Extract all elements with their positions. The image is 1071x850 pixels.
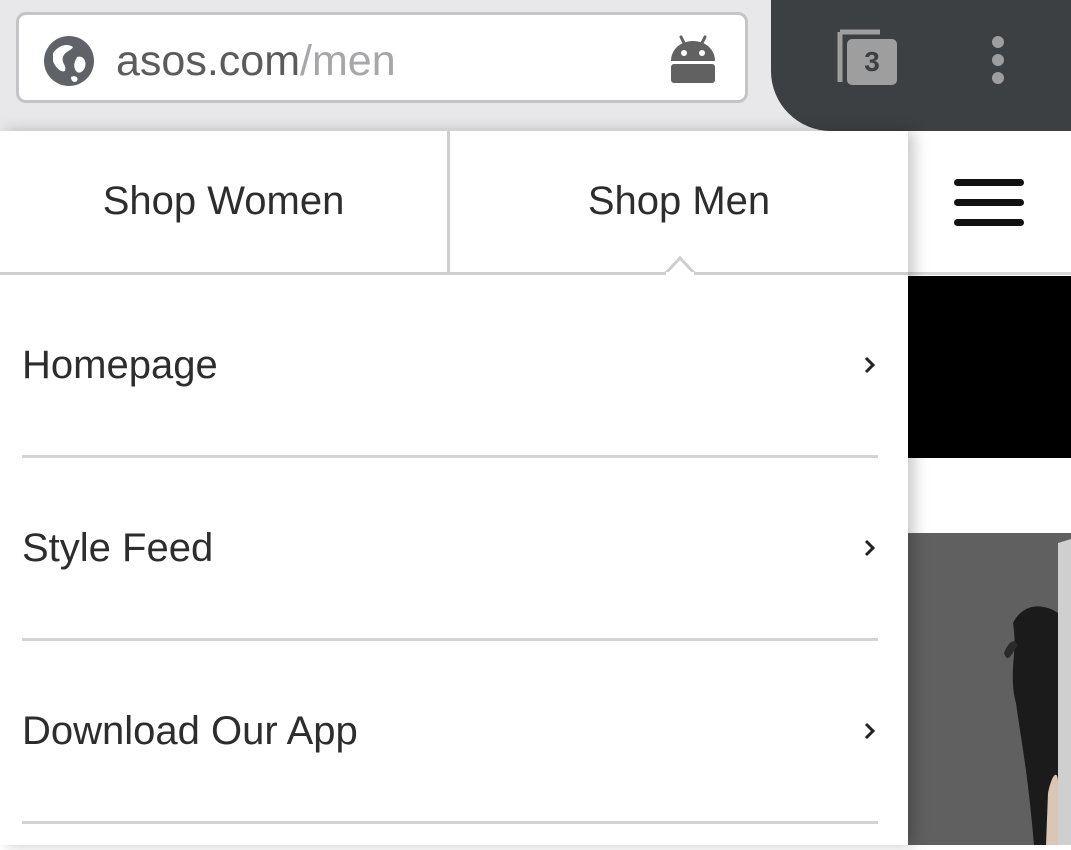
browser-toolbar: asos.com/men 3	[0, 0, 1071, 131]
toolbar-curve	[770, 0, 830, 131]
url-path: /men	[300, 37, 396, 85]
menu-item-label: Style Feed	[22, 525, 214, 570]
navigation-drawer: Shop Women Shop Men Homepage Style Feed …	[0, 131, 908, 845]
menu-item-label: Homepage	[22, 342, 218, 387]
selected-tab-caret-icon	[664, 255, 696, 275]
tab-shop-women[interactable]: Shop Women	[0, 131, 450, 272]
site-header	[908, 131, 1071, 275]
menu-item-download-app[interactable]: Download Our App	[22, 641, 878, 824]
url-domain: asos.com	[116, 37, 301, 85]
hamburger-menu-icon[interactable]	[954, 177, 1024, 229]
overflow-menu-icon[interactable]	[980, 30, 1016, 90]
tab-shop-men[interactable]: Shop Men	[450, 131, 908, 272]
product-photo[interactable]	[908, 533, 1071, 845]
menu-item-label: Download Our App	[22, 708, 358, 753]
drawer-menu-list: Homepage Style Feed Download Our App	[22, 275, 878, 824]
chevron-right-icon	[864, 722, 876, 740]
chevron-right-icon	[864, 356, 876, 374]
menu-item-style-feed[interactable]: Style Feed	[22, 458, 878, 641]
globe-icon	[44, 36, 94, 86]
hero-banner[interactable]	[908, 276, 1071, 458]
photo-figure	[908, 533, 1071, 845]
tab-count: 3	[864, 46, 880, 77]
android-icon[interactable]	[665, 31, 721, 87]
page-content	[908, 131, 1071, 845]
url-bar[interactable]: asos.com/men	[16, 12, 748, 103]
url-text: asos.com/men	[116, 33, 396, 89]
gender-tabs: Shop Women Shop Men	[0, 131, 908, 275]
menu-item-homepage[interactable]: Homepage	[22, 275, 878, 458]
chevron-right-icon	[864, 539, 876, 557]
